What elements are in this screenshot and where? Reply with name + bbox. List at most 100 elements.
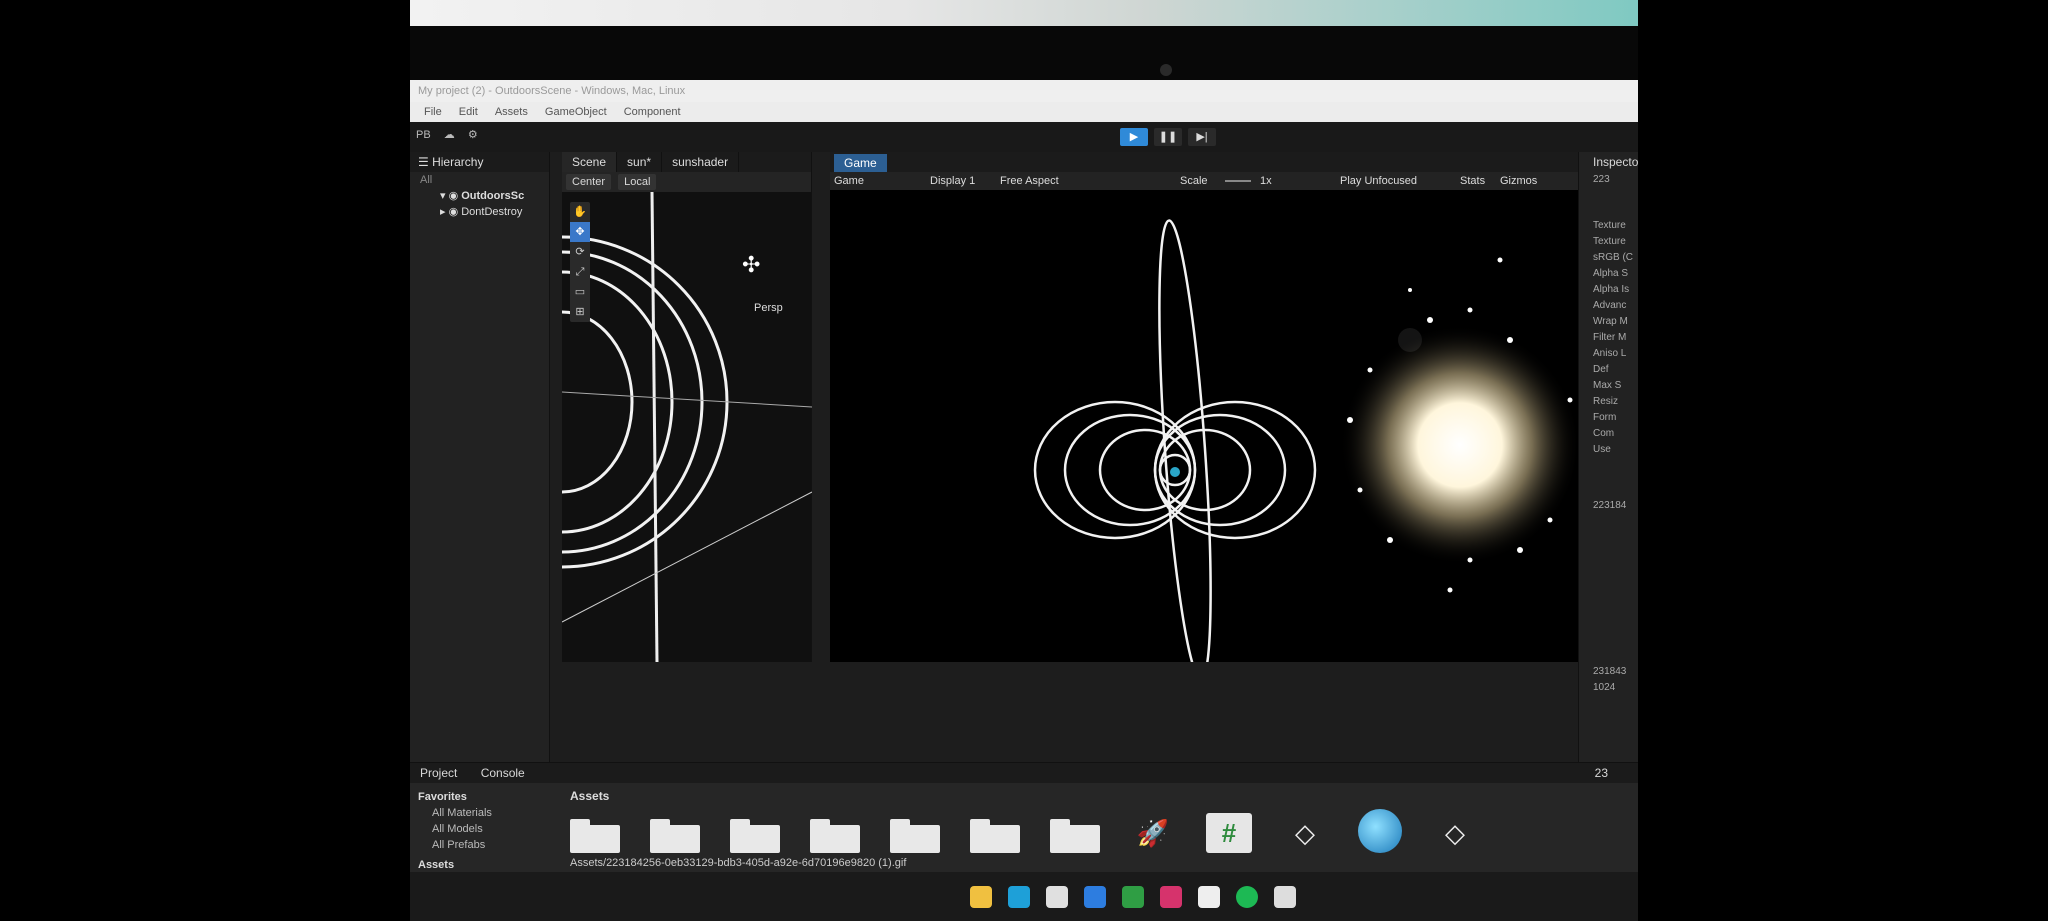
material-sphere-icon[interactable] xyxy=(1358,809,1402,853)
play-controls: ▶ ❚❚ ▶| xyxy=(1120,128,1216,146)
asset-counter: 23 xyxy=(1594,766,1608,780)
hierarchy-tab[interactable]: ☰ Hierarchy xyxy=(410,152,549,172)
tab-sunshader[interactable]: sunshader xyxy=(662,152,740,172)
asset-grid: 🚀 # ◇ ◇ xyxy=(570,809,1610,853)
folder-icon[interactable] xyxy=(890,819,940,853)
unity-app-icon[interactable] xyxy=(1274,885,1296,908)
game-mode-dropdown[interactable]: Game xyxy=(834,172,864,190)
favorite-all-models[interactable]: All Models xyxy=(418,821,558,837)
rocket-asset-icon[interactable]: 🚀 xyxy=(1130,813,1176,853)
pause-button[interactable]: ❚❚ xyxy=(1154,128,1182,146)
tab-console[interactable]: Console xyxy=(471,763,535,783)
tab-project[interactable]: Project xyxy=(410,763,467,783)
favorite-all-prefabs[interactable]: All Prefabs xyxy=(418,837,558,853)
tab-scene[interactable]: Scene xyxy=(562,152,618,172)
cloud-icon[interactable]: ☁ xyxy=(444,129,455,141)
play-focus-dropdown[interactable]: Play Unfocused xyxy=(1340,172,1417,190)
unity-asset-icon[interactable]: ◇ xyxy=(1282,813,1328,853)
folder-icon[interactable] xyxy=(570,819,620,853)
rect-icon[interactable]: ▭ xyxy=(570,282,590,302)
folder-icon[interactable] xyxy=(1050,819,1100,853)
inspector-footer: 223184 xyxy=(1593,500,1627,511)
github-icon[interactable] xyxy=(1198,885,1220,908)
game-render[interactable] xyxy=(830,190,1600,662)
csharp-script-icon[interactable]: # xyxy=(1206,813,1252,853)
inspector-row: Wrap M xyxy=(1593,316,1628,327)
folder-icon[interactable] xyxy=(970,819,1020,853)
step-icon: ▶| xyxy=(1196,131,1208,143)
hierarchy-item-outdoors-scene[interactable]: ▾ ◉ OutdoorsSc xyxy=(410,188,549,204)
pivot-dropdown[interactable]: Center xyxy=(566,174,612,190)
menu-assets[interactable]: Assets xyxy=(495,102,528,122)
tab-game[interactable]: Game xyxy=(834,154,887,172)
instagram-icon[interactable] xyxy=(1160,885,1182,908)
photo-of-screen: My project (2) - OutdoorsScene - Windows… xyxy=(410,0,1638,921)
transform-icon[interactable]: ⊞ xyxy=(570,302,590,322)
pause-icon: ❚❚ xyxy=(1158,131,1178,143)
scale-label: Scale xyxy=(1180,175,1208,187)
favorites-title[interactable]: Favorites xyxy=(418,789,558,805)
inspector-row: Use xyxy=(1593,444,1611,455)
folder-icon[interactable] xyxy=(650,819,700,853)
orientation-gizmo-icon[interactable]: ✣ xyxy=(742,252,760,278)
game-options-bar: Game Display 1 Free Aspect Scale 1x Play… xyxy=(830,172,1600,190)
account-button[interactable]: PB xyxy=(416,129,431,141)
hierarchy-search[interactable]: All xyxy=(410,172,549,188)
gizmos-button[interactable]: Gizmos xyxy=(1500,172,1537,190)
display-dropdown[interactable]: Display 1 xyxy=(930,172,975,190)
menu-gameobject[interactable]: GameObject xyxy=(545,102,607,122)
inspector-row: Max S xyxy=(1593,380,1622,391)
scene-canvas[interactable] xyxy=(562,192,812,662)
scale-icon[interactable]: ⤢ xyxy=(570,262,590,282)
stats-button[interactable]: Stats xyxy=(1460,172,1485,190)
spotify-icon[interactable] xyxy=(1236,885,1258,908)
edge-app-icon[interactable] xyxy=(1008,885,1030,908)
folder-icon[interactable] xyxy=(810,819,860,853)
inspector-row: sRGB (C xyxy=(1593,252,1633,263)
tab-sun[interactable]: sun* xyxy=(617,152,663,172)
inspector-tab[interactable]: Inspector xyxy=(1579,152,1638,172)
bottom-tabs: Project Console 23 xyxy=(410,763,1638,783)
hand-icon[interactable]: ✋ xyxy=(570,202,590,222)
assets-tree-root[interactable]: Assets xyxy=(418,857,558,873)
unity-editor-window: My project (2) - OutdoorsScene - Windows… xyxy=(410,80,1638,921)
app-icon[interactable] xyxy=(1046,885,1068,908)
unity-asset-icon[interactable]: ◇ xyxy=(1432,813,1478,853)
move-icon[interactable]: ✥ xyxy=(570,222,590,242)
hierarchy-panel: ☰ Hierarchy All ▾ ◉ OutdoorsSc ▸ ◉ DontD… xyxy=(410,152,550,762)
aspect-dropdown[interactable]: Free Aspect xyxy=(1000,172,1059,190)
main-toolbar: PB ☁ ⚙ ▶ ❚❚ ▶| xyxy=(410,122,1638,152)
folder-icon[interactable] xyxy=(730,819,780,853)
inspector-number: 223 xyxy=(1593,174,1610,185)
rotate-icon[interactable]: ⟳ xyxy=(570,242,590,262)
inspector-row: Resiz xyxy=(1593,396,1619,407)
selected-asset-path: Assets/223184256-0eb33129-bdb3-405d-a92e… xyxy=(570,857,907,869)
app-icon[interactable] xyxy=(1084,885,1106,908)
persp-label[interactable]: Persp xyxy=(754,302,783,314)
inspector-row: Filter M xyxy=(1593,332,1627,343)
texture-size-line2: 1024 xyxy=(1593,682,1616,693)
menu-component[interactable]: Component xyxy=(624,102,681,122)
step-button[interactable]: ▶| xyxy=(1188,128,1216,146)
assets-breadcrumb[interactable]: Assets xyxy=(570,789,609,803)
folder-app-icon[interactable] xyxy=(970,885,992,908)
scale-value: 1x xyxy=(1260,175,1272,187)
hierarchy-item-dontdestroy[interactable]: ▸ ◉ DontDestroy xyxy=(410,204,549,220)
inspector-row: Alpha Is xyxy=(1593,284,1630,295)
menu-file[interactable]: File xyxy=(424,102,442,122)
planet-earth xyxy=(1170,467,1180,477)
app-icon[interactable] xyxy=(1122,885,1144,908)
scene-axis-line xyxy=(562,391,812,408)
menu-bar: File Edit Assets GameObject Component xyxy=(410,102,1638,122)
space-dropdown[interactable]: Local xyxy=(618,174,657,190)
settings-gear-icon[interactable]: ⚙ xyxy=(468,129,478,141)
monitor-bezel xyxy=(410,26,1638,80)
inspector-row[interactable]: Advanc xyxy=(1579,298,1638,314)
play-button[interactable]: ▶ xyxy=(1120,128,1148,146)
inspector-row: Com xyxy=(1593,428,1615,439)
favorite-all-materials[interactable]: All Materials xyxy=(418,805,558,821)
scale-slider[interactable] xyxy=(1225,180,1251,182)
inspector-row[interactable]: Def xyxy=(1579,362,1638,378)
favorites-list: Favorites All Materials All Models All P… xyxy=(418,789,558,873)
menu-edit[interactable]: Edit xyxy=(459,102,478,122)
